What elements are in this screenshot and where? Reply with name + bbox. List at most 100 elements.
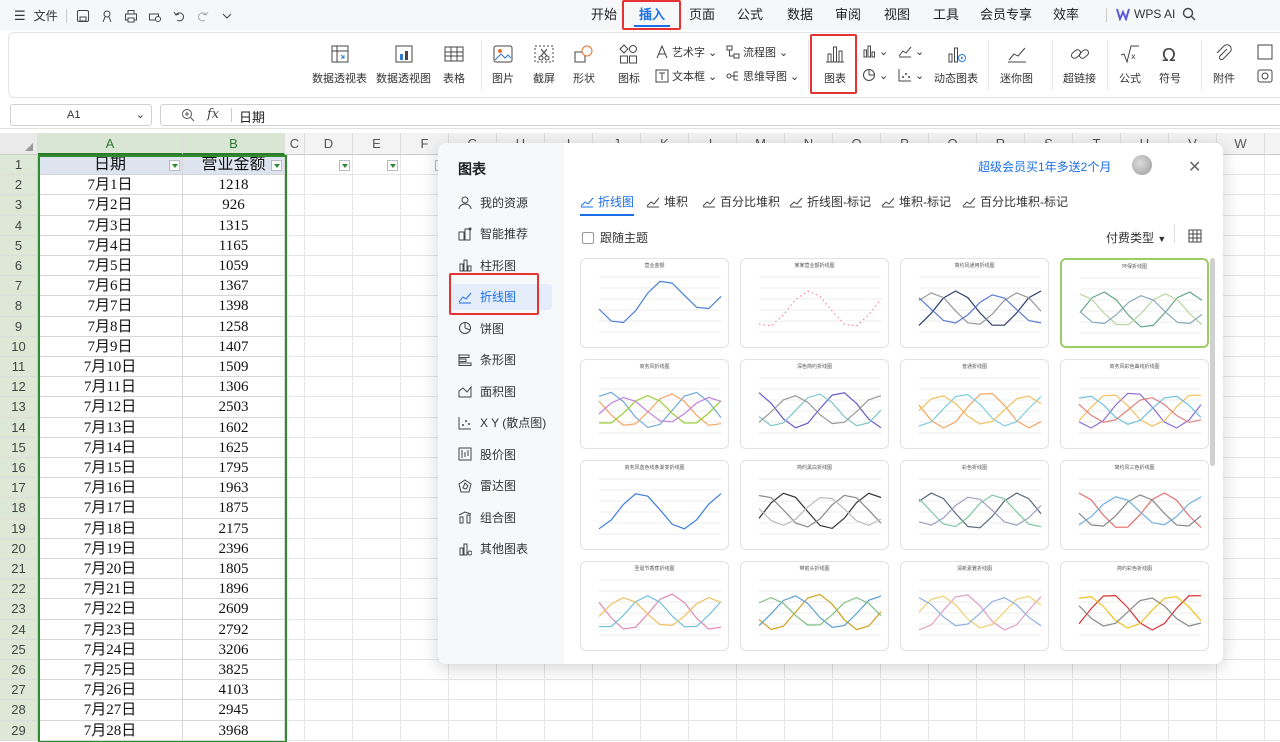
empty-cell[interactable] (737, 700, 785, 721)
scrollbar[interactable] (1210, 258, 1215, 466)
empty-cell[interactable] (1073, 700, 1121, 721)
empty-cell[interactable] (449, 720, 497, 741)
empty-cell[interactable] (1217, 538, 1265, 559)
sidebar-item-xy-scatter[interactable]: X Y (散点图) (458, 410, 546, 436)
empty-cell[interactable] (1217, 155, 1265, 176)
empty-cell[interactable] (1217, 276, 1265, 297)
row-header[interactable]: 7 (0, 276, 38, 297)
empty-cell[interactable] (545, 720, 593, 741)
empty-cell[interactable] (1265, 195, 1280, 216)
sidebar-item-bar-chart[interactable]: 条形图 (458, 347, 516, 373)
mind-map-button[interactable]: 思维导图 ⌄ (726, 68, 799, 84)
empty-cell[interactable] (285, 357, 305, 378)
empty-cell[interactable] (305, 175, 353, 196)
sidebar-item-stock-chart[interactable]: 股价图 (458, 441, 516, 467)
name-box[interactable]: A1 ⌄ (10, 104, 152, 126)
empty-cell[interactable] (737, 680, 785, 701)
empty-cell[interactable] (929, 720, 977, 741)
empty-cell[interactable] (285, 660, 305, 681)
empty-cell[interactable] (449, 700, 497, 721)
empty-cell[interactable] (881, 700, 929, 721)
pie-chart-dropdown[interactable]: ⌄ (862, 68, 888, 82)
filter-dropdown-icon[interactable] (339, 160, 350, 171)
empty-cell[interactable] (305, 559, 353, 580)
chart-template-thumbnail[interactable]: 简约彩色折线图 (1060, 561, 1209, 651)
empty-cell[interactable] (1217, 377, 1265, 398)
print-icon[interactable] (123, 8, 139, 24)
empty-cell[interactable] (1265, 579, 1280, 600)
row-header[interactable]: 2 (0, 175, 38, 196)
empty-cell[interactable] (641, 680, 689, 701)
empty-cell[interactable] (1217, 316, 1265, 337)
empty-cell[interactable] (285, 377, 305, 398)
row-header[interactable]: 4 (0, 215, 38, 236)
empty-cell[interactable] (1217, 417, 1265, 438)
empty-cell[interactable] (305, 215, 353, 236)
empty-cell[interactable] (1265, 599, 1280, 620)
empty-cell[interactable] (305, 538, 353, 559)
empty-cell[interactable] (285, 437, 305, 458)
empty-cell[interactable] (929, 680, 977, 701)
empty-cell[interactable] (285, 619, 305, 640)
empty-cell[interactable] (1217, 357, 1265, 378)
empty-cell[interactable] (977, 680, 1025, 701)
empty-cell[interactable] (1217, 296, 1265, 317)
column-header[interactable]: E (353, 133, 401, 155)
wps-ai-button[interactable]: WPS AI (1116, 7, 1175, 21)
empty-cell[interactable] (285, 175, 305, 196)
empty-cell[interactable] (1121, 680, 1169, 701)
empty-cell[interactable] (1217, 458, 1265, 479)
column-header[interactable]: X (1265, 133, 1280, 155)
empty-cell[interactable] (285, 195, 305, 216)
empty-cell[interactable] (285, 215, 305, 236)
empty-cell[interactable] (1169, 680, 1217, 701)
tab-formula[interactable]: 公式 (732, 0, 768, 30)
empty-cell[interactable] (285, 518, 305, 539)
empty-cell[interactable] (1265, 397, 1280, 418)
empty-cell[interactable] (353, 619, 401, 640)
row-header[interactable]: 28 (0, 700, 38, 721)
empty-cell[interactable] (353, 437, 401, 458)
tab-data[interactable]: 数据 (782, 0, 818, 30)
empty-cell[interactable] (353, 336, 401, 357)
subtab-percent-stacked-marker[interactable]: 百分比堆积-标记 (962, 193, 1068, 210)
empty-cell[interactable] (449, 680, 497, 701)
pivot-chart-button[interactable]: 数据透视图 (376, 42, 431, 86)
empty-cell[interactable] (1217, 639, 1265, 660)
empty-cell[interactable] (497, 700, 545, 721)
empty-cell[interactable] (353, 377, 401, 398)
chevron-down-icon[interactable] (219, 8, 235, 24)
empty-cell[interactable] (305, 296, 353, 317)
chart-button[interactable]: 图表 (823, 42, 847, 86)
close-icon[interactable]: ✕ (1188, 157, 1201, 177)
empty-cell[interactable] (305, 700, 353, 721)
empty-cell[interactable] (641, 700, 689, 721)
flowchart-button[interactable]: 流程图 ⌄ (726, 44, 788, 60)
empty-cell[interactable] (689, 700, 737, 721)
vip-promo-link[interactable]: 超级会员买1年多送2个月 (978, 158, 1111, 175)
empty-cell[interactable] (285, 538, 305, 559)
chart-template-thumbnail[interactable]: 商务风折线图 (580, 359, 729, 449)
empty-cell[interactable] (1265, 660, 1280, 681)
empty-cell[interactable] (1265, 337, 1280, 357)
chevron-down-icon[interactable]: ⌄ (136, 105, 145, 125)
empty-cell[interactable] (353, 195, 401, 216)
row-header[interactable]: 18 (0, 498, 38, 519)
empty-cell[interactable] (305, 276, 353, 297)
empty-cell[interactable] (353, 417, 401, 438)
empty-cell[interactable] (1217, 559, 1265, 580)
empty-cell[interactable] (545, 700, 593, 721)
empty-cell[interactable] (1217, 680, 1265, 701)
row-header[interactable]: 20 (0, 538, 38, 559)
empty-cell[interactable] (833, 720, 881, 741)
empty-cell[interactable] (1265, 438, 1280, 458)
file-menu[interactable]: 文件 (34, 7, 58, 24)
art-text-button[interactable]: 艺术字 ⌄ (655, 44, 717, 60)
empty-cell[interactable] (353, 700, 401, 721)
save-icon[interactable] (75, 8, 91, 24)
empty-cell[interactable] (1265, 296, 1280, 317)
subtab-stacked-marker[interactable]: 堆积-标记 (881, 193, 951, 210)
avatar[interactable] (1132, 155, 1152, 175)
empty-cell[interactable] (1217, 256, 1265, 277)
empty-cell[interactable] (353, 518, 401, 539)
